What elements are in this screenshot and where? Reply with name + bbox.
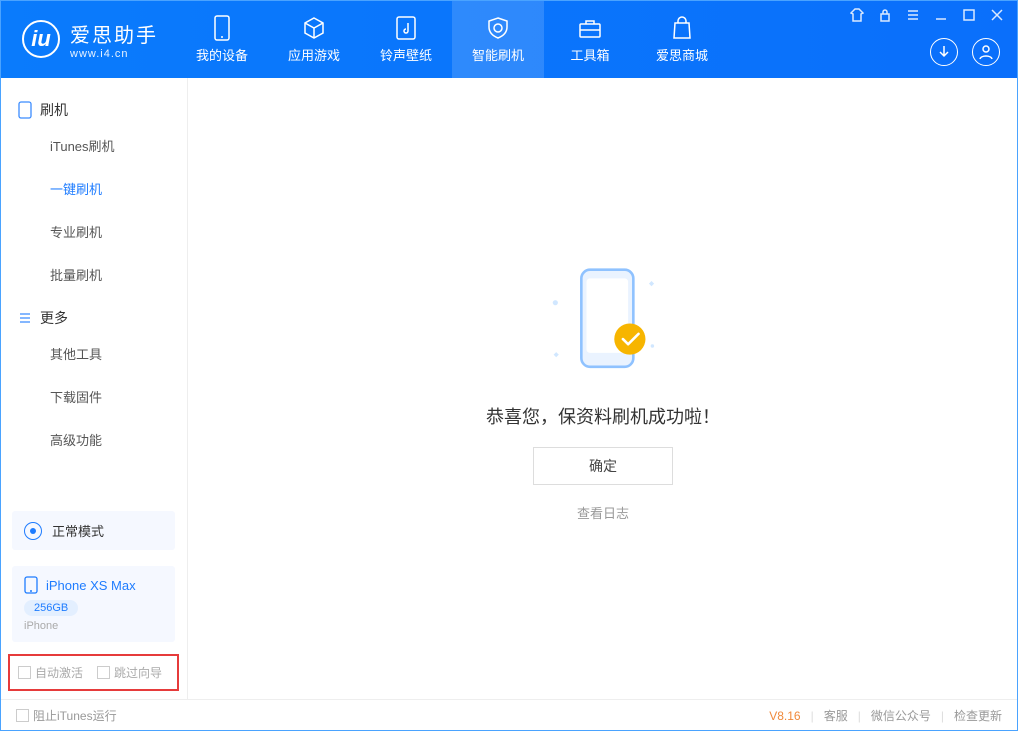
app-name: 爱思助手 — [70, 19, 158, 48]
top-tabs: 我的设备 应用游戏 铃声壁纸 智能刷机 工具箱 爱思商城 — [176, 0, 728, 78]
success-illustration — [538, 255, 668, 385]
main-panel: 恭喜您，保资料刷机成功啦！ 确定 查看日志 — [188, 78, 1018, 699]
sidebar-item-itunes-flash[interactable]: iTunes刷机 — [0, 124, 187, 167]
close-icon[interactable] — [990, 8, 1004, 22]
statusbar: 阻止iTunes运行 V8.16 | 客服 | 微信公众号 | 检查更新 — [0, 699, 1018, 731]
tab-my-device[interactable]: 我的设备 — [176, 0, 268, 78]
app-logo: iu 爱思助手 www.i4.cn — [0, 0, 176, 78]
menu-icon[interactable] — [906, 8, 920, 22]
version-label: V8.16 — [769, 709, 800, 723]
device-capacity: 256GB — [24, 600, 78, 616]
lock-icon[interactable] — [878, 8, 892, 22]
tab-tools[interactable]: 工具箱 — [544, 0, 636, 78]
success-message: 恭喜您，保资料刷机成功啦！ — [486, 403, 720, 429]
device-card[interactable]: iPhone XS Max 256GB iPhone — [12, 566, 175, 642]
ok-button[interactable]: 确定 — [533, 447, 673, 485]
checkbox-auto-activate[interactable]: 自动激活 — [18, 664, 83, 681]
phone-icon — [209, 15, 235, 41]
checkbox-skip-guide[interactable]: 跳过向导 — [97, 664, 162, 681]
checkbox-icon — [97, 666, 110, 679]
view-log-link[interactable]: 查看日志 — [577, 503, 629, 522]
device-name: iPhone XS Max — [46, 578, 136, 593]
sidebar-item-batch-flash[interactable]: 批量刷机 — [0, 253, 187, 296]
download-icon[interactable] — [930, 38, 958, 66]
toolbox-icon — [577, 15, 603, 41]
user-icon[interactable] — [972, 38, 1000, 66]
cube-icon — [301, 15, 327, 41]
device-phone-icon — [24, 576, 38, 594]
checkbox-block-itunes[interactable]: 阻止iTunes运行 — [16, 707, 117, 724]
titlebar: iu 爱思助手 www.i4.cn 我的设备 应用游戏 铃声壁纸 智能刷机 工具… — [0, 0, 1018, 78]
tab-label: 铃声壁纸 — [380, 45, 432, 64]
minimize-icon[interactable] — [934, 8, 948, 22]
sidebar-item-download-firmware[interactable]: 下载固件 — [0, 375, 187, 418]
sidebar-item-oneclick-flash[interactable]: 一键刷机 — [0, 167, 187, 210]
titlebar-actions — [930, 38, 1000, 66]
maximize-icon[interactable] — [962, 8, 976, 22]
tab-store[interactable]: 爱思商城 — [636, 0, 728, 78]
logo-icon: iu — [22, 20, 60, 58]
sidebar-item-pro-flash[interactable]: 专业刷机 — [0, 210, 187, 253]
link-support[interactable]: 客服 — [824, 707, 848, 724]
device-type: iPhone — [24, 620, 163, 632]
sidebar-item-other-tools[interactable]: 其他工具 — [0, 332, 187, 375]
tab-media[interactable]: 铃声壁纸 — [360, 0, 452, 78]
mode-indicator-icon — [24, 522, 42, 540]
tab-label: 应用游戏 — [288, 45, 340, 64]
highlighted-checkbox-row: 自动激活 跳过向导 — [8, 654, 179, 691]
mode-label: 正常模式 — [52, 521, 104, 540]
shield-refresh-icon — [485, 15, 511, 41]
sidebar-item-advanced[interactable]: 高级功能 — [0, 418, 187, 461]
sidebar: 刷机 iTunes刷机 一键刷机 专业刷机 批量刷机 更多 其他工具 下载固件 … — [0, 78, 188, 699]
checkbox-icon — [18, 666, 31, 679]
tab-label: 智能刷机 — [472, 45, 524, 64]
bag-icon — [669, 15, 695, 41]
link-wechat[interactable]: 微信公众号 — [871, 707, 931, 724]
app-url: www.i4.cn — [70, 48, 158, 60]
list-icon — [18, 311, 32, 325]
link-check-update[interactable]: 检查更新 — [954, 707, 1002, 724]
mode-card[interactable]: 正常模式 — [12, 511, 175, 550]
window-controls — [850, 8, 1004, 22]
music-note-icon — [393, 15, 419, 41]
phone-small-icon — [18, 101, 32, 119]
tshirt-icon[interactable] — [850, 8, 864, 22]
tab-label: 爱思商城 — [656, 45, 708, 64]
tab-label: 我的设备 — [196, 45, 248, 64]
checkbox-icon — [16, 709, 29, 722]
sidebar-group-flash: 刷机 — [0, 88, 187, 124]
tab-apps[interactable]: 应用游戏 — [268, 0, 360, 78]
tab-flash[interactable]: 智能刷机 — [452, 0, 544, 78]
tab-label: 工具箱 — [570, 45, 609, 64]
sidebar-group-more: 更多 — [0, 296, 187, 332]
